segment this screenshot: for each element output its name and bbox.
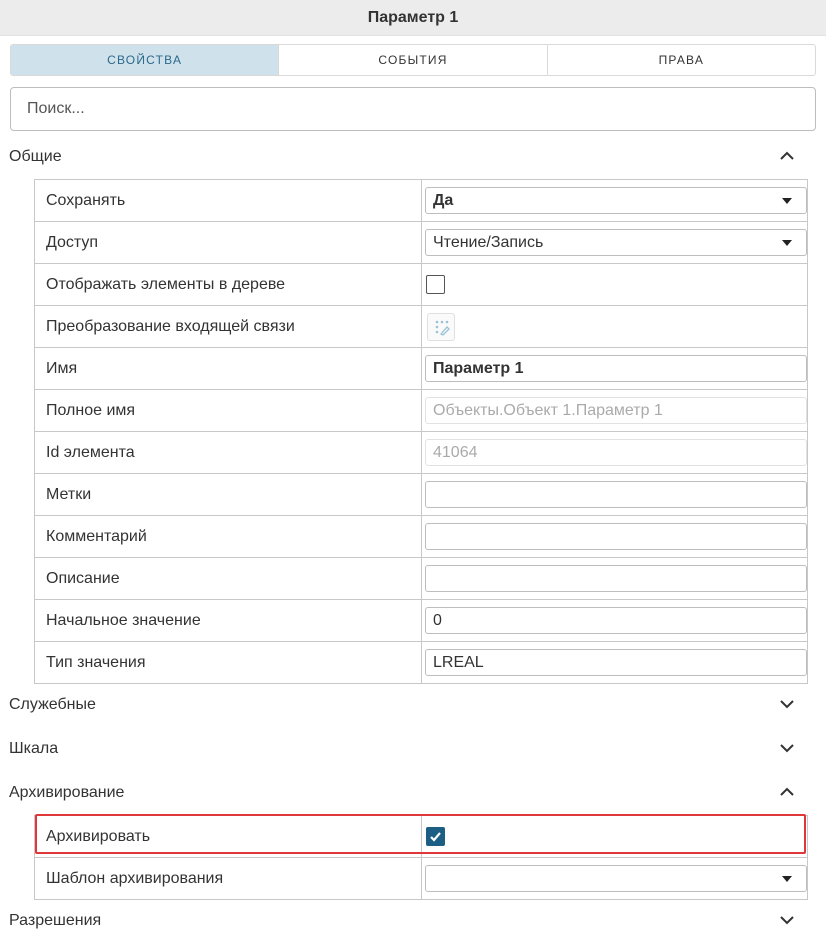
property-row-tags: Метки: [35, 474, 807, 516]
tags-input[interactable]: [425, 481, 807, 508]
property-label: Id элемента: [46, 444, 135, 461]
property-label: Сохранять: [46, 192, 126, 209]
link-transform-icon: [435, 320, 450, 336]
property-row-name: Имя Параметр 1: [35, 348, 807, 390]
archive-template-select[interactable]: [425, 865, 807, 892]
property-label: Метки: [46, 486, 92, 503]
section-title-archiving: Архивирование: [9, 784, 125, 801]
window-title: Параметр 1: [0, 0, 826, 36]
property-row-archive-template: Шаблон архивирования: [35, 858, 807, 900]
section-header-permissions[interactable]: Разрешения: [0, 906, 826, 936]
initial-value-input[interactable]: 0: [425, 607, 807, 634]
property-row-element-id: Id элемента 41064: [35, 432, 807, 474]
search-input[interactable]: [10, 87, 816, 131]
section-header-archiving[interactable]: Архивирование: [0, 778, 826, 808]
save-select[interactable]: Да: [425, 187, 807, 214]
full-name-field: Объекты.Объект 1.Параметр 1: [425, 397, 807, 424]
property-label: Комментарий: [46, 528, 147, 545]
dropdown-caret-icon: [782, 876, 792, 882]
property-label: Полное имя: [46, 402, 136, 419]
property-row-archive: Архивировать: [35, 816, 807, 858]
tab-events[interactable]: СОБЫТИЯ: [279, 45, 548, 75]
section-title-general: Общие: [9, 148, 62, 165]
property-label: Шаблон архивирования: [46, 870, 224, 887]
element-id-field: 41064: [425, 439, 807, 466]
transform-edit-button[interactable]: [427, 313, 455, 341]
name-input[interactable]: Параметр 1: [425, 355, 807, 382]
show-tree-checkbox[interactable]: [426, 275, 445, 294]
property-label: Тип значения: [46, 654, 146, 671]
dropdown-caret-icon: [782, 240, 792, 246]
property-row-transform: Преобразование входящей связи: [35, 306, 807, 348]
property-row-full-name: Полное имя Объекты.Объект 1.Параметр 1: [35, 390, 807, 432]
property-label: Отображать элементы в дереве: [46, 276, 286, 293]
chevron-up-icon[interactable]: [778, 149, 796, 163]
section-header-service[interactable]: Служебные: [0, 690, 826, 720]
property-row-save: Сохранять Да: [35, 180, 807, 222]
archiving-properties-table: Архивировать Шаблон архивирования: [34, 815, 808, 900]
property-label: Начальное значение: [46, 612, 201, 629]
property-row-initial-value: Начальное значение 0: [35, 600, 807, 642]
property-row-access: Доступ Чтение/Запись: [35, 222, 807, 264]
description-input[interactable]: [425, 565, 807, 592]
save-select-value: Да: [433, 192, 454, 209]
section-header-scale[interactable]: Шкала: [0, 734, 826, 764]
access-select[interactable]: Чтение/Запись: [425, 229, 807, 256]
tab-bar: СВОЙСТВА СОБЫТИЯ ПРАВА: [10, 44, 816, 76]
checkmark-icon: [430, 832, 441, 842]
chevron-up-icon[interactable]: [778, 785, 796, 799]
property-label: Преобразование входящей связи: [46, 318, 295, 335]
tab-rights[interactable]: ПРАВА: [547, 45, 815, 75]
value-type-input[interactable]: LREAL: [425, 649, 807, 676]
section-header-general[interactable]: Общие: [0, 142, 826, 172]
chevron-down-icon[interactable]: [778, 741, 796, 755]
property-row-comment: Комментарий: [35, 516, 807, 558]
general-properties-table: Сохранять Да Доступ Чтение/Запись Отобра…: [34, 179, 808, 684]
section-title-service: Служебные: [9, 696, 96, 713]
property-label: Архивировать: [46, 828, 151, 845]
section-title-permissions: Разрешения: [9, 912, 102, 929]
archive-checkbox[interactable]: [426, 827, 445, 846]
property-label: Имя: [46, 360, 78, 377]
section-title-scale: Шкала: [9, 740, 59, 757]
dropdown-caret-icon: [782, 198, 792, 204]
chevron-down-icon[interactable]: [778, 913, 796, 927]
property-row-show-tree: Отображать элементы в дереве: [35, 264, 807, 306]
access-select-value: Чтение/Запись: [433, 234, 544, 251]
tab-properties[interactable]: СВОЙСТВА: [11, 45, 280, 75]
property-label: Описание: [46, 570, 120, 587]
chevron-down-icon[interactable]: [778, 697, 796, 711]
property-row-value-type: Тип значения LREAL: [35, 642, 807, 684]
property-label: Доступ: [46, 234, 99, 251]
property-row-description: Описание: [35, 558, 807, 600]
comment-input[interactable]: [425, 523, 807, 550]
